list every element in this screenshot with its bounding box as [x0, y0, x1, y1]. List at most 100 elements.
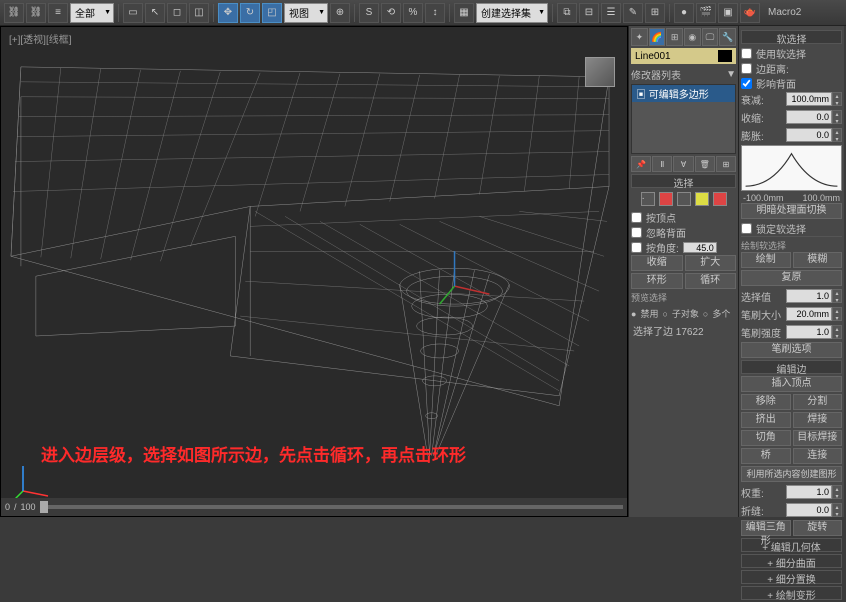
move-icon[interactable]: ✥ [218, 3, 238, 23]
scale-icon[interactable]: ◰ [262, 3, 282, 23]
remove-button[interactable]: 移除 [741, 394, 791, 410]
object-name-field[interactable]: Line001 [631, 48, 736, 64]
hierarchy-tab-icon[interactable]: ⊞ [666, 28, 683, 46]
render-icon[interactable]: 🫖 [740, 3, 760, 23]
modify-tab-icon[interactable]: 🌈 [649, 28, 666, 46]
element-subobj-icon[interactable] [713, 192, 727, 206]
shrink-button[interactable]: 收缩 [631, 255, 683, 271]
vertex-subobj-icon[interactable]: · [641, 192, 655, 206]
stack-item-editpoly[interactable]: ▣ 可编辑多边形 [632, 85, 735, 102]
turn-button[interactable]: 旋转 [793, 520, 843, 536]
selection-status: 选择了边 17622 [631, 321, 736, 340]
preview-label: 预览选择 [631, 291, 736, 304]
named-sel-icon[interactable]: ▦ [454, 3, 474, 23]
select-icon[interactable]: ▭ [123, 3, 143, 23]
soft-sel-rollout-header[interactable]: 软选择 [741, 30, 842, 44]
render-frame-icon[interactable]: ▣ [718, 3, 738, 23]
connect-button[interactable]: 连接 [793, 448, 843, 464]
brush-size-input[interactable] [786, 307, 832, 321]
ring-button[interactable]: 环形 [631, 273, 683, 289]
pin-stack-icon[interactable]: 📌 [631, 156, 651, 172]
affect-backface-checkbox[interactable] [741, 78, 752, 89]
shaded-face-button[interactable]: 明暗处理面切换 [741, 203, 842, 219]
material-icon[interactable]: ● [674, 3, 694, 23]
paint-deform-rollout[interactable]: + 绘制变形 [741, 586, 842, 600]
modifier-stack[interactable]: ▣ 可编辑多边形 [631, 84, 736, 154]
viewport-perspective[interactable]: [+][透视][线框] [0, 26, 628, 517]
edge-dist-checkbox[interactable] [741, 63, 752, 74]
extrude-button[interactable]: 挤出 [741, 412, 791, 428]
insert-vertex-button[interactable]: 插入顶点 [741, 376, 842, 392]
color-swatch[interactable] [718, 50, 732, 62]
pivot-icon[interactable]: ⊕ [330, 3, 350, 23]
unlink-icon[interactable]: ⛓ [26, 3, 46, 23]
configure-icon[interactable]: ⊞ [716, 156, 736, 172]
utilities-tab-icon[interactable]: 🔧 [719, 28, 736, 46]
pinch-input[interactable] [786, 110, 832, 124]
crease-input[interactable] [786, 503, 832, 517]
sel-value-input[interactable] [786, 289, 832, 303]
show-result-icon[interactable]: Ⅱ [652, 156, 672, 172]
paint-button[interactable]: 绘制 [741, 252, 791, 268]
instruction-text: 进入边层级，选择如图所示边，先点击循环，再点击环形 [41, 441, 466, 466]
select-paint-icon[interactable]: ◫ [189, 3, 209, 23]
coord-dropdown[interactable]: 视图 [284, 3, 328, 23]
align-icon[interactable]: ⊟ [579, 3, 599, 23]
rotate-icon[interactable]: ↻ [240, 3, 260, 23]
edit-tri-button[interactable]: 编辑三角形 [741, 520, 791, 536]
falloff-input[interactable] [786, 92, 832, 106]
create-shape-button[interactable]: 利用所选内容创建图形 [741, 466, 842, 482]
render-setup-icon[interactable]: 🎬 [696, 3, 716, 23]
by-vertex-checkbox[interactable] [631, 212, 642, 223]
schematic-icon[interactable]: ⊞ [645, 3, 665, 23]
spinner-snap-icon[interactable]: ↕ [425, 3, 445, 23]
layer-mgr-icon[interactable]: ☰ [601, 3, 621, 23]
time-slider[interactable] [40, 505, 623, 509]
split-button[interactable]: 分割 [793, 394, 843, 410]
viewcube[interactable] [585, 57, 615, 87]
filter-dropdown[interactable]: 全部 [70, 3, 114, 23]
brush-options-button[interactable]: 笔刷选项 [741, 342, 842, 358]
curve-editor-icon[interactable]: ✎ [623, 3, 643, 23]
weld-button[interactable]: 焊接 [793, 412, 843, 428]
link-icon[interactable]: ⛓ [4, 3, 24, 23]
edit-geom-rollout[interactable]: + 编辑几何体 [741, 538, 842, 552]
angle-snap-icon[interactable]: ⟲ [381, 3, 401, 23]
cursor-icon[interactable]: ↖ [145, 3, 165, 23]
display-tab-icon[interactable]: 🖵 [702, 28, 719, 46]
edge-subobj-icon[interactable] [659, 192, 673, 206]
loop-button[interactable]: 循环 [685, 273, 737, 289]
use-soft-checkbox[interactable] [741, 48, 752, 59]
ignore-backface-checkbox[interactable] [631, 227, 642, 238]
revert-button[interactable]: 复原 [741, 270, 842, 286]
border-subobj-icon[interactable] [677, 192, 691, 206]
chamfer-button[interactable]: 切角 [741, 430, 791, 446]
mirror-icon[interactable]: ⧉ [557, 3, 577, 23]
create-tab-icon[interactable]: ✦ [631, 28, 648, 46]
select-rect-icon[interactable]: ◻ [167, 3, 187, 23]
remove-mod-icon[interactable]: 🗑 [695, 156, 715, 172]
target-weld-button[interactable]: 目标焊接 [793, 430, 843, 446]
selection-rollout-header[interactable]: 选择 [631, 174, 736, 188]
motion-tab-icon[interactable]: ◉ [684, 28, 701, 46]
layers-icon[interactable]: ≡ [48, 3, 68, 23]
angle-input[interactable] [683, 242, 717, 253]
bridge-button[interactable]: 桥 [741, 448, 791, 464]
lock-soft-checkbox[interactable] [741, 223, 752, 234]
edit-edges-rollout-header[interactable]: 编辑边 [741, 360, 842, 374]
main-toolbar: ⛓ ⛓ ≡ 全部 ▭ ↖ ◻ ◫ ✥ ↻ ◰ 视图 ⊕ S ⟲ % ↕ ▦ 创建… [0, 0, 846, 26]
subdiv-surf-rollout[interactable]: + 细分曲面 [741, 554, 842, 568]
subdiv-disp-rollout[interactable]: + 细分置换 [741, 570, 842, 584]
snap-icon[interactable]: S [359, 3, 379, 23]
unique-icon[interactable]: ∀ [673, 156, 693, 172]
by-angle-checkbox[interactable] [631, 242, 642, 253]
poly-subobj-icon[interactable] [695, 192, 709, 206]
bubble-input[interactable] [786, 128, 832, 142]
blur-button[interactable]: 模糊 [793, 252, 843, 268]
weight-input[interactable] [786, 485, 832, 499]
grow-button[interactable]: 扩大 [685, 255, 737, 271]
brush-strength-input[interactable] [786, 325, 832, 339]
selection-set-dropdown[interactable]: 创建选择集 [476, 3, 548, 23]
percent-snap-icon[interactable]: % [403, 3, 423, 23]
falloff-curve [741, 145, 842, 191]
